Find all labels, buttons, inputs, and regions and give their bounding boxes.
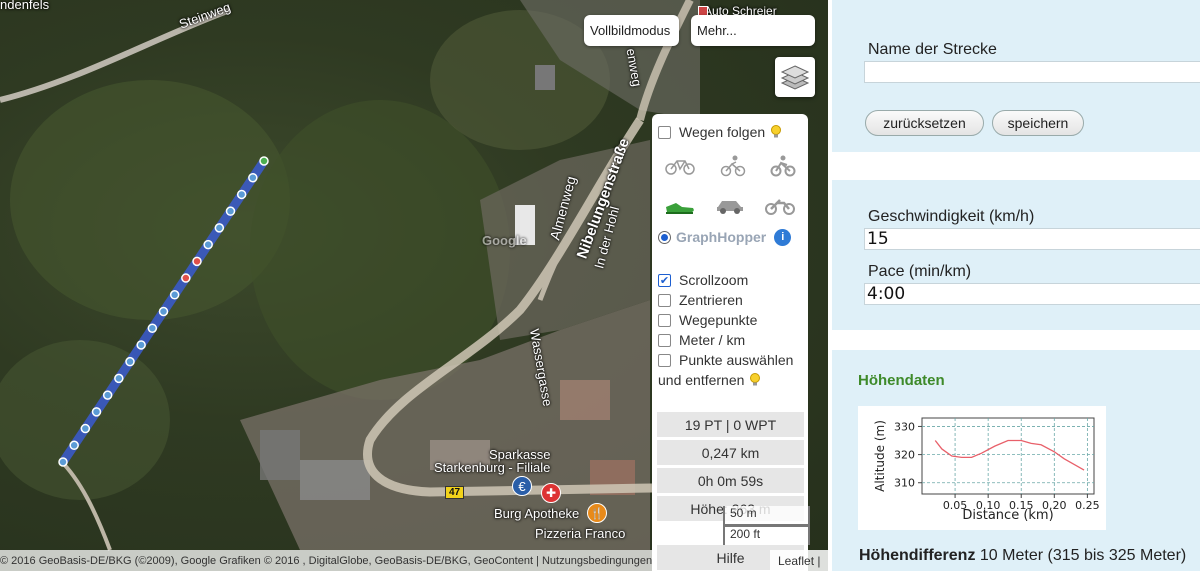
route-point-marker[interactable] — [69, 440, 79, 451]
layers-icon — [780, 65, 810, 90]
route-point-marker[interactable] — [203, 239, 213, 250]
option-row-select-points[interactable]: Punkte auswählen — [658, 350, 802, 370]
map-label-pizzeria: Pizzeria Franco — [535, 526, 626, 541]
route-point-marker[interactable] — [125, 356, 135, 367]
bicycle-icon[interactable] — [664, 156, 696, 176]
elevation-difference-value: 10 Meter (315 bis 325 Meter) — [975, 547, 1187, 564]
points-stat: 19 PT | 0 WPT — [657, 412, 804, 437]
option-row-scrollzoom[interactable]: ✔ Scrollzoom — [658, 270, 802, 290]
mountain-bike-icon[interactable] — [770, 155, 796, 177]
reset-button[interactable]: zurücksetzen — [865, 110, 984, 136]
pace-label: Pace (min/km) — [868, 263, 972, 280]
fullscreen-button[interactable]: Vollbildmodus — [584, 15, 679, 46]
more-button[interactable]: Mehr... — [691, 15, 815, 46]
map-label-burg-apotheke: Burg Apotheke — [494, 506, 580, 521]
follow-paths-checkbox[interactable] — [658, 125, 671, 139]
speed-label: Geschwindigkeit (km/h) — [868, 208, 1035, 225]
bank-icon[interactable]: € — [512, 476, 532, 496]
route-point-marker[interactable] — [114, 373, 124, 384]
follow-paths-row[interactable]: Wegen folgen — [658, 122, 802, 142]
elevation-difference-label: Höhendifferenz — [859, 547, 976, 564]
map-label-starkenburg: Starkenburg - Filiale — [434, 460, 551, 475]
route-point-marker[interactable] — [181, 273, 191, 283]
graphhopper-row[interactable]: GraphHopper i — [658, 226, 802, 248]
map-label-denfels: ndenfels — [0, 0, 50, 12]
option-row-meter-km[interactable]: Meter / km — [658, 330, 802, 350]
leaflet-link[interactable]: Leaflet | — [770, 550, 828, 571]
option-label: Zentrieren — [679, 292, 743, 308]
select-points-checkbox[interactable] — [658, 353, 671, 367]
waypoints-checkbox[interactable] — [658, 313, 671, 327]
pace-input[interactable]: 4:00 — [864, 283, 1200, 305]
page: ndenfels Steinweg Auto Schreier enweg Al… — [0, 0, 1200, 571]
elevation-chart-svg: 0.05 0.10 0.15 0.20 0.25310320330Distance (k… — [873, 417, 1100, 523]
chart-ytick-label: 320 — [894, 449, 915, 462]
route-name-label: Name der Strecke — [868, 41, 997, 58]
route-name-section: Name der Strecke zurücksetzen speichern — [832, 0, 1200, 152]
route-point-marker[interactable] — [91, 407, 102, 417]
route-point-marker[interactable] — [248, 172, 258, 183]
speed-section: Geschwindigkeit (km/h) 15 Pace (min/km) … — [832, 180, 1200, 330]
duration-stat: 0h 0m 59s — [657, 468, 804, 493]
option-row-wegepunkte[interactable]: Wegepunkte — [658, 310, 802, 330]
center-checkbox[interactable] — [658, 293, 671, 307]
route-point-marker[interactable] — [58, 457, 68, 467]
map-view[interactable]: ndenfels Steinweg Auto Schreier enweg Al… — [0, 0, 828, 571]
chart-ytick-label: 330 — [894, 420, 915, 433]
walking-shoe-icon[interactable] — [664, 197, 696, 215]
info-icon[interactable]: i — [774, 228, 792, 246]
option-label: Punkte auswählen — [679, 352, 794, 368]
chart-ytick-label: 310 — [894, 477, 915, 490]
lightbulb-icon[interactable] — [770, 125, 782, 139]
car-icon[interactable] — [715, 197, 745, 215]
google-watermark: Google — [482, 233, 527, 248]
chart-xtick-label: 0.25 — [1075, 499, 1100, 512]
scrollzoom-checkbox[interactable]: ✔ — [658, 273, 671, 287]
option-row-remove: und entfernen — [658, 370, 802, 390]
option-label: Wegepunkte — [679, 312, 758, 328]
scale-bar-metric: 50 m — [723, 506, 810, 526]
layers-button[interactable] — [775, 57, 815, 97]
route-point-marker[interactable] — [158, 306, 169, 317]
option-label: Scrollzoom — [679, 272, 749, 288]
route-point-marker[interactable] — [80, 423, 91, 434]
chart-x-axis-label: Distance (km) — [962, 508, 1053, 523]
elevation-difference: Höhendifferenz 10 Meter (315 bis 325 Met… — [859, 547, 1186, 565]
route-name-input[interactable] — [864, 61, 1200, 83]
elevation-title: Höhendaten — [858, 372, 945, 389]
map-attribution[interactable]: © 2016 GeoBasis-DE/BKG (©2009), Google G… — [0, 550, 652, 571]
route-point-marker[interactable] — [214, 223, 225, 233]
graphhopper-radio[interactable] — [658, 230, 671, 244]
route-point-marker[interactable] — [225, 206, 236, 216]
side-panel: Name der Strecke zurücksetzen speichern … — [828, 0, 1200, 571]
route-point-marker[interactable] — [169, 290, 180, 300]
option-label: Meter / km — [679, 332, 746, 348]
chart-y-axis-label: Altitude (m) — [873, 420, 887, 492]
route-point-marker[interactable] — [236, 189, 247, 200]
lightbulb-icon[interactable] — [749, 373, 761, 387]
route-point-marker[interactable] — [192, 256, 202, 267]
road-number-badge: 47 — [445, 486, 465, 499]
meter-km-checkbox[interactable] — [658, 333, 671, 347]
pharmacy-icon[interactable]: ✚ — [541, 483, 561, 503]
scale-bar-imperial: 200 ft — [723, 525, 810, 545]
speed-input[interactable]: 15 — [864, 228, 1200, 250]
option-row-zentrieren[interactable]: Zentrieren — [658, 290, 802, 310]
route-point-marker[interactable] — [259, 156, 269, 166]
restaurant-icon[interactable]: 🍴 — [587, 503, 607, 523]
route-point-marker[interactable] — [102, 390, 113, 400]
save-button[interactable]: speichern — [992, 110, 1084, 136]
follow-paths-label: Wegen folgen — [679, 124, 766, 140]
route-point-marker[interactable] — [147, 323, 158, 333]
route-point-marker[interactable] — [136, 340, 146, 350]
distance-stat: 0,247 km — [657, 440, 804, 465]
graphhopper-label: GraphHopper — [676, 229, 767, 245]
elevation-chart: 0.05 0.10 0.15 0.20 0.25 310 320 330 Distance (k… — [858, 406, 1106, 530]
racing-bike-icon[interactable] — [720, 155, 746, 177]
option-tail-label: und entfernen — [658, 372, 745, 388]
motorcycle-icon[interactable] — [764, 197, 796, 215]
